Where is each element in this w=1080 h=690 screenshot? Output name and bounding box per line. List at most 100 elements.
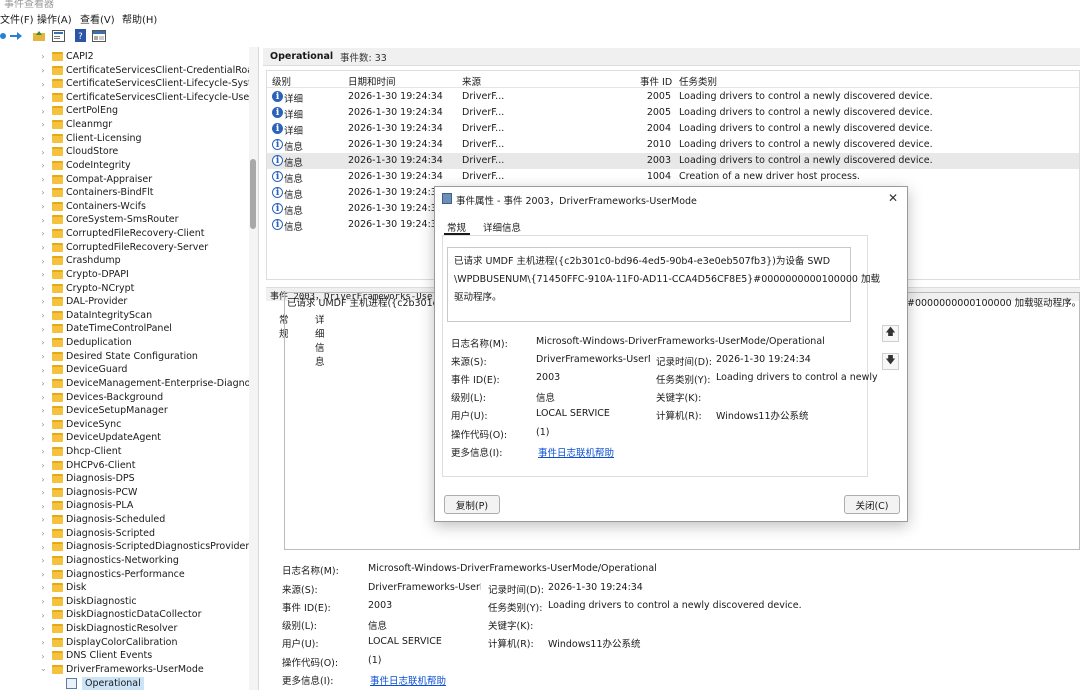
tree-item[interactable]: › CloudStore (0, 145, 248, 159)
chevron-right-icon[interactable]: › (38, 227, 48, 241)
dialog-title-bar[interactable]: 事件属性 - 事件 2003，DriverFrameworks-UserMode… (435, 187, 907, 210)
tree-item[interactable]: › Deduplication (0, 336, 248, 350)
tree-item[interactable]: › DiskDiagnosticResolver (0, 622, 248, 636)
chevron-right-icon[interactable]: › (38, 200, 48, 214)
chevron-right-icon[interactable]: › (38, 336, 48, 350)
chevron-right-icon[interactable]: › (38, 282, 48, 296)
back-icon[interactable] (0, 28, 8, 43)
chevron-right-icon[interactable]: › (38, 554, 48, 568)
menu-help[interactable]: 帮助(H) (122, 11, 157, 26)
tree-item[interactable]: › CertificateServicesClient-CredentialRoa… (0, 64, 258, 78)
chevron-right-icon[interactable]: › (38, 91, 48, 105)
next-event-button[interactable]: 🡇 (882, 353, 899, 370)
tree-item[interactable]: › DNS Client Events (0, 649, 248, 663)
chevron-right-icon[interactable]: › (38, 104, 48, 118)
chevron-right-icon[interactable]: › (38, 459, 48, 473)
chevron-right-icon[interactable]: › (38, 64, 48, 78)
tree-item[interactable]: › Diagnosis-ScriptedDiagnosticsProvider (0, 540, 249, 554)
chevron-right-icon[interactable]: › (38, 213, 48, 227)
prop-more-link[interactable]: 事件日志联机帮助 (370, 673, 446, 687)
up-folder-icon[interactable] (33, 28, 46, 43)
tree-item[interactable]: › CertificateServicesClient-Lifecycle-Use… (0, 91, 253, 105)
tree-item[interactable]: › DeviceSync (0, 418, 248, 432)
menu-view[interactable]: 查看(V) (80, 11, 115, 26)
chevron-right-icon[interactable]: › (38, 186, 48, 200)
chevron-right-icon[interactable]: › (38, 608, 48, 622)
table-row[interactable]: i 信息 2026-1-30 19:24:34 DriverF... 2003 Loadi… (267, 153, 1079, 169)
chevron-right-icon[interactable]: › (38, 445, 48, 459)
tree-item[interactable]: › Compat-Appraiser (0, 173, 248, 187)
chevron-right-icon[interactable]: › (38, 404, 48, 418)
panel-icon[interactable] (92, 28, 106, 43)
chevron-right-icon[interactable]: › (38, 581, 48, 595)
tree-item[interactable]: › Diagnostics-Performance (0, 568, 248, 582)
tree-item[interactable]: › Diagnosis-Scheduled (0, 513, 248, 527)
close-icon[interactable]: ✕ (885, 190, 901, 206)
chevron-right-icon[interactable]: › (38, 568, 48, 582)
chevron-right-icon[interactable]: › (38, 159, 48, 173)
chevron-right-icon[interactable]: › (38, 595, 48, 609)
table-row[interactable]: i 详细 2026-1-30 19:24:34 DriverF... 2005 Loadi… (267, 105, 1079, 121)
table-row[interactable]: i 详细 2026-1-30 19:24:34 DriverF... 2005 Loadi… (267, 89, 1079, 105)
properties-icon[interactable] (52, 28, 65, 43)
chevron-right-icon[interactable]: › (38, 322, 48, 336)
chevron-right-icon[interactable]: › (38, 377, 48, 391)
tree-item[interactable]: › DHCPv6-Client (0, 459, 248, 473)
previous-event-button[interactable]: 🡅 (882, 325, 899, 342)
chevron-down-icon[interactable]: › (36, 665, 50, 675)
tree-item[interactable]: › Cleanmgr (0, 118, 248, 132)
tree-item[interactable]: › CAPI2 (0, 50, 248, 64)
col-event-id[interactable]: 事件 ID (640, 74, 672, 88)
chevron-right-icon[interactable]: › (38, 350, 48, 364)
tree-item[interactable]: › Crashdump (0, 254, 248, 268)
scrollbar-thumb[interactable] (250, 159, 256, 229)
tree-item[interactable]: › DeviceUpdateAgent (0, 431, 248, 445)
tree-item[interactable]: › Desired State Configuration (0, 350, 248, 364)
tree-item[interactable]: › CorruptedFileRecovery-Client (0, 227, 248, 241)
chevron-right-icon[interactable]: › (38, 295, 48, 309)
chevron-right-icon[interactable]: › (38, 540, 48, 554)
tree-item[interactable]: › DateTimeControlPanel (0, 322, 248, 336)
tree-item[interactable]: › Crypto-DPAPI (0, 268, 248, 282)
chevron-right-icon[interactable]: › (38, 636, 48, 650)
dialog-tab-details[interactable]: 详细信息 (483, 220, 521, 234)
tree-scrollbar[interactable] (249, 47, 258, 690)
chevron-right-icon[interactable]: › (38, 499, 48, 513)
tree-item[interactable]: › CorruptedFileRecovery-Server (0, 241, 248, 255)
tree-item[interactable]: › CoreSystem-SmsRouter (0, 213, 248, 227)
tree-item[interactable]: › DAL-Provider (0, 295, 248, 309)
tree-item[interactable]: › DeviceSetupManager (0, 404, 248, 418)
tree-item[interactable]: › Devices-Background (0, 391, 248, 405)
tree-item[interactable]: › Client-Licensing (0, 132, 248, 146)
col-source[interactable]: 来源 (462, 74, 481, 88)
table-row[interactable]: i 信息 2026-1-30 19:24:34 DriverF... 2010 Loadi… (267, 137, 1079, 153)
chevron-right-icon[interactable]: › (38, 50, 48, 64)
dialog-message-box[interactable]: 已请求 UMDF 主机进程({c2b301c0-bd96-4ed5-90b4-e… (447, 247, 880, 322)
dialog-prop-more-link[interactable]: 事件日志联机帮助 (538, 445, 614, 459)
chevron-right-icon[interactable]: › (38, 132, 48, 146)
tree-item[interactable]: › Dhcp-Client (0, 445, 248, 459)
tree-item[interactable]: › Diagnosis-DPS (0, 472, 248, 486)
chevron-right-icon[interactable]: › (38, 145, 48, 159)
chevron-right-icon[interactable]: › (38, 431, 48, 445)
chevron-right-icon[interactable]: › (38, 486, 48, 500)
tree-item[interactable]: › Diagnostics-Networking (0, 554, 248, 568)
tree-item[interactable]: › DeviceGuard (0, 363, 248, 377)
tree-item-operational[interactable]: Operational (0, 677, 248, 690)
menu-file[interactable]: 文件(F) (0, 11, 34, 26)
tree-item[interactable]: › DriverFrameworks-UserMode (0, 663, 248, 677)
chevron-right-icon[interactable]: › (38, 472, 48, 486)
forward-icon[interactable] (9, 28, 23, 43)
tree-item[interactable]: › Diagnosis-Scripted (0, 527, 248, 541)
chevron-right-icon[interactable]: › (38, 173, 48, 187)
table-row[interactable]: i 信息 2026-1-30 19:24:34 DriverF... 1004 Creat… (267, 169, 1079, 185)
tree-item[interactable]: › CertPolEng (0, 104, 248, 118)
chevron-right-icon[interactable]: › (38, 418, 48, 432)
chevron-right-icon[interactable]: › (38, 118, 48, 132)
tree-item[interactable]: › DiskDiagnosticDataCollector (0, 608, 248, 622)
col-level[interactable]: 级别 (272, 74, 291, 88)
chevron-right-icon[interactable]: › (38, 391, 48, 405)
menu-action[interactable]: 操作(A) (37, 11, 72, 26)
tree-item[interactable]: › CertificateServicesClient-Lifecycle-Sys… (0, 77, 258, 91)
table-row[interactable]: i 详细 2026-1-30 19:24:34 DriverF... 2004 Loadi… (267, 121, 1079, 137)
